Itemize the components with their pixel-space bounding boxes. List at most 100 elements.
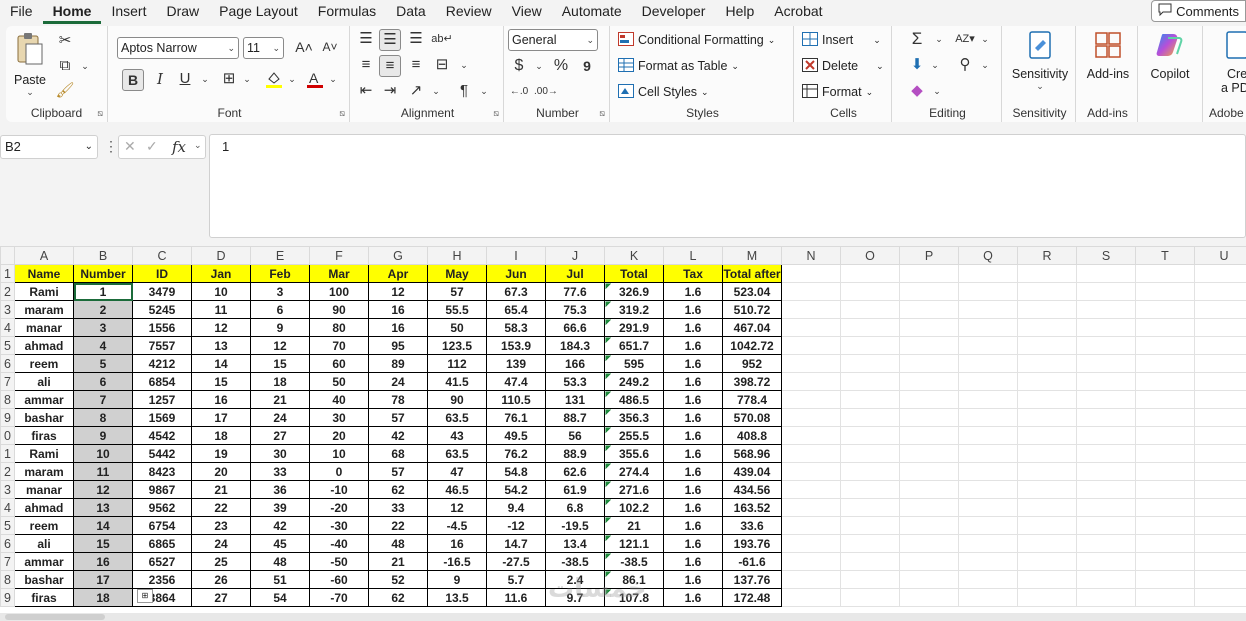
data-cell[interactable]: 5.7 xyxy=(486,570,546,589)
data-cell[interactable]: 19 xyxy=(191,444,251,463)
data-cell[interactable]: 11.6 xyxy=(486,588,546,607)
data-cell[interactable]: 595 xyxy=(604,354,664,373)
data-cell[interactable]: 13.4 xyxy=(545,534,605,553)
data-cell[interactable]: 54.8 xyxy=(486,462,546,481)
data-cell[interactable]: 61.9 xyxy=(545,480,605,499)
data-cell[interactable]: 355.6 xyxy=(604,444,664,463)
empty-cell[interactable] xyxy=(840,372,900,391)
data-cell[interactable]: 36 xyxy=(250,480,310,499)
data-cell[interactable]: 6754 xyxy=(132,516,192,535)
data-cell[interactable]: 62 xyxy=(368,588,428,607)
data-cell[interactable]: 6 xyxy=(250,300,310,319)
data-cell[interactable]: 24 xyxy=(368,372,428,391)
data-cell[interactable]: 9562 xyxy=(132,498,192,517)
align-top-icon[interactable]: ☰ xyxy=(355,29,377,51)
header-cell[interactable]: Total xyxy=(604,264,664,283)
text-direction-icon[interactable]: ¶ xyxy=(453,81,475,103)
percent-button[interactable]: % xyxy=(550,56,572,78)
increase-indent-icon[interactable]: ⇥ xyxy=(379,81,401,103)
data-cell[interactable]: 510.72 xyxy=(722,300,782,319)
data-cell[interactable]: 439.04 xyxy=(722,462,782,481)
empty-cell[interactable] xyxy=(1017,408,1077,427)
data-cell[interactable]: 523.04 xyxy=(722,282,782,301)
copy-dropdown-icon[interactable]: ⌄ xyxy=(74,56,96,78)
column-header-k[interactable]: K xyxy=(604,246,664,265)
data-cell[interactable]: 21 xyxy=(604,516,664,535)
wrap-text-icon[interactable]: ab↵ xyxy=(431,29,453,51)
empty-cell[interactable] xyxy=(1076,552,1136,571)
empty-cell[interactable] xyxy=(781,444,841,463)
empty-cell[interactable] xyxy=(1194,588,1246,607)
data-cell[interactable]: 1.6 xyxy=(663,390,723,409)
empty-cell[interactable] xyxy=(1194,516,1246,535)
menu-help[interactable]: Help xyxy=(715,0,764,24)
menu-developer[interactable]: Developer xyxy=(632,0,716,24)
row-header[interactable]: 4 xyxy=(0,318,15,337)
empty-cell[interactable] xyxy=(899,552,959,571)
data-cell[interactable]: 10 xyxy=(73,444,133,463)
decrease-font-icon[interactable]: A˅ xyxy=(319,37,341,59)
format-painter-icon[interactable]: 🖌 xyxy=(54,81,76,103)
empty-cell[interactable] xyxy=(840,336,900,355)
data-cell[interactable]: 274.4 xyxy=(604,462,664,481)
column-header-g[interactable]: G xyxy=(368,246,428,265)
align-left-icon[interactable]: ≡ xyxy=(355,55,377,77)
data-cell[interactable]: Rami xyxy=(14,444,74,463)
data-cell[interactable]: 184.3 xyxy=(545,336,605,355)
cancel-icon[interactable]: ✕ xyxy=(124,138,136,155)
data-cell[interactable]: manar xyxy=(14,480,74,499)
empty-cell[interactable] xyxy=(1194,426,1246,445)
empty-cell[interactable] xyxy=(1135,462,1195,481)
empty-cell[interactable] xyxy=(1017,534,1077,553)
data-cell[interactable]: 3 xyxy=(250,282,310,301)
empty-cell[interactable] xyxy=(1017,498,1077,517)
empty-cell[interactable] xyxy=(1017,570,1077,589)
data-cell[interactable]: 1.6 xyxy=(663,588,723,607)
empty-cell[interactable] xyxy=(1076,480,1136,499)
data-cell[interactable]: 48 xyxy=(368,534,428,553)
data-cell[interactable]: 54 xyxy=(250,588,310,607)
data-cell[interactable]: 249.2 xyxy=(604,372,664,391)
data-cell[interactable]: 46.5 xyxy=(427,480,487,499)
empty-cell[interactable] xyxy=(1076,390,1136,409)
column-header-l[interactable]: L xyxy=(663,246,723,265)
data-cell[interactable]: 24 xyxy=(250,408,310,427)
data-cell[interactable]: 6 xyxy=(73,372,133,391)
data-cell[interactable]: 16 xyxy=(73,552,133,571)
data-cell[interactable]: 15 xyxy=(73,534,133,553)
empty-cell[interactable] xyxy=(1135,372,1195,391)
empty-cell[interactable] xyxy=(1017,516,1077,535)
data-cell[interactable]: 326.9 xyxy=(604,282,664,301)
clipboard-launcher-icon[interactable]: ⧅ xyxy=(97,108,103,119)
data-cell[interactable]: 12 xyxy=(427,498,487,517)
data-cell[interactable]: 9867 xyxy=(132,480,192,499)
empty-cell[interactable] xyxy=(840,282,900,301)
data-cell[interactable]: 22 xyxy=(368,516,428,535)
data-cell[interactable]: 24 xyxy=(191,534,251,553)
empty-cell[interactable] xyxy=(958,282,1018,301)
data-cell[interactable]: 153.9 xyxy=(486,336,546,355)
number-format-combo[interactable]: General ⌄ xyxy=(508,29,598,51)
empty-cell[interactable] xyxy=(840,552,900,571)
data-cell[interactable]: 42 xyxy=(250,516,310,535)
data-cell[interactable]: 100 xyxy=(309,282,369,301)
data-cell[interactable]: 2356 xyxy=(132,570,192,589)
empty-cell[interactable] xyxy=(899,534,959,553)
empty-cell[interactable] xyxy=(781,372,841,391)
empty-cell[interactable] xyxy=(1076,516,1136,535)
empty-cell[interactable] xyxy=(781,300,841,319)
row-header[interactable]: 0 xyxy=(0,426,15,445)
empty-cell[interactable] xyxy=(1017,318,1077,337)
data-cell[interactable]: ahmad xyxy=(14,336,74,355)
sort-filter-icon[interactable]: AZ▾ xyxy=(954,29,976,51)
data-cell[interactable]: 9 xyxy=(427,570,487,589)
empty-cell[interactable] xyxy=(840,264,900,283)
menu-data[interactable]: Data xyxy=(386,0,436,24)
header-cell[interactable]: Number xyxy=(73,264,133,283)
data-cell[interactable]: -50 xyxy=(309,552,369,571)
header-cell[interactable]: Jun xyxy=(486,264,546,283)
empty-cell[interactable] xyxy=(958,516,1018,535)
data-cell[interactable]: 21 xyxy=(191,480,251,499)
data-cell[interactable]: 16 xyxy=(427,534,487,553)
data-cell[interactable]: -61.6 xyxy=(722,552,782,571)
